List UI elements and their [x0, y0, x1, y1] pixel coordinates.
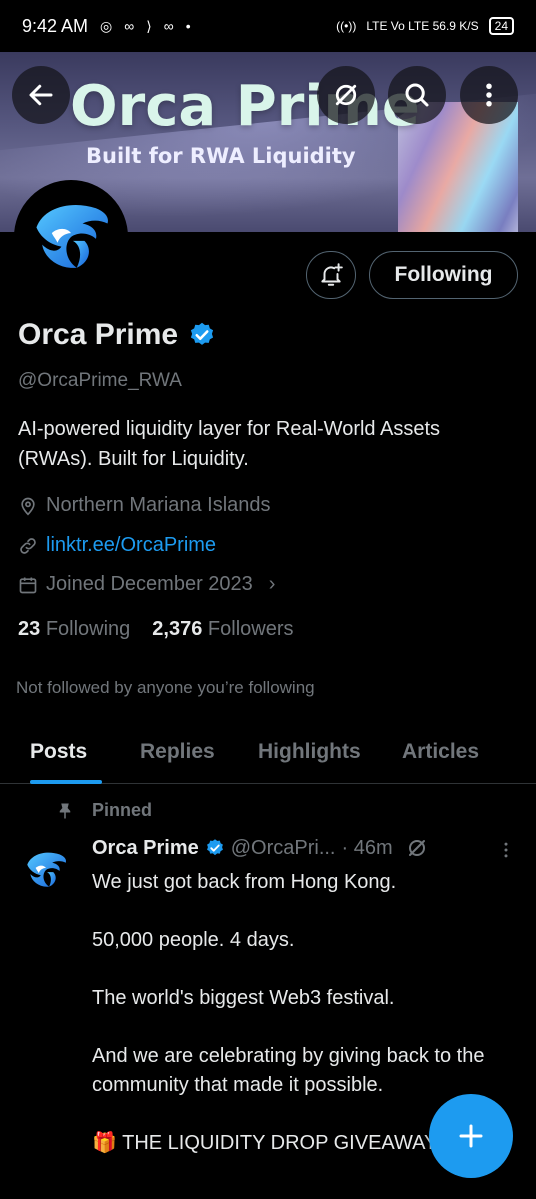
network-status: LTE Vo LTE 56.9 K/S [366, 19, 479, 33]
status-right: ((•)) LTE Vo LTE 56.9 K/S 24 [336, 17, 514, 35]
tweet-avatar[interactable] [18, 842, 74, 898]
location-text: Northern Mariana Islands [46, 494, 271, 516]
not-followed-text: Not followed by anyone you’re following [16, 678, 315, 697]
banner-tagline: Built for RWA Liquidity [86, 144, 356, 168]
tweet-author-name[interactable]: Orca Prime [92, 837, 199, 860]
verified-badge-icon [191, 322, 214, 345]
grok-button[interactable] [317, 66, 375, 124]
profile-link[interactable]: linktr.ee/OrcaPrime [46, 534, 216, 557]
more-vertical-icon [486, 83, 492, 107]
pinned-text: Pinned [92, 800, 153, 820]
search-button[interactable] [388, 66, 446, 124]
tweet-paragraph: 50,000 people. 4 days. [92, 929, 295, 951]
profile-name: Orca Prime [18, 318, 179, 351]
grok-icon [335, 84, 357, 106]
notifications-bell-button[interactable] [306, 251, 356, 299]
joined-text: Joined December 2023 [46, 573, 253, 595]
tab-posts[interactable]: Posts [30, 740, 87, 764]
orca-logo-icon [36, 204, 108, 268]
hotspot-icon: ((•)) [336, 19, 357, 33]
profile-location: Northern Mariana Islands [18, 494, 271, 517]
pin-icon [59, 803, 71, 818]
whatsapp-icon: ◎ [100, 17, 113, 34]
tweet-author-handle[interactable]: @OrcaPri... [231, 837, 336, 860]
profile-counts: 23 Following 2,376 Followers [18, 618, 294, 641]
tweet-more-button[interactable] [496, 838, 516, 867]
more-vertical-icon [504, 842, 508, 858]
battery-indicator: 24 [488, 17, 514, 35]
pinned-label-row: Pinned [56, 800, 152, 821]
calendar-icon [19, 577, 37, 593]
followers-count: 2,376 [152, 618, 203, 640]
bell-plus-icon [321, 263, 343, 286]
active-tab-indicator [30, 780, 102, 784]
location-pin-icon [21, 497, 35, 516]
status-time: 9:42 AM [22, 15, 89, 36]
chevron-right-icon: › [268, 573, 276, 595]
orca-logo-icon [27, 852, 67, 887]
following-label: Following [45, 618, 131, 640]
infinity-icon: ∞ [124, 18, 135, 34]
cast-icon: ⟩ [146, 17, 152, 34]
following-count-link[interactable]: 23 Following [18, 618, 130, 641]
tweet-timestamp[interactable]: · 46m [342, 837, 393, 860]
infinity-icon: ∞ [163, 18, 174, 34]
profile-joined[interactable]: Joined December 2023 › [18, 573, 275, 596]
following-count: 23 [18, 618, 41, 640]
profile-bio: AI-powered liquidity layer for Real-Worl… [18, 418, 441, 470]
dot-icon: • [185, 18, 191, 34]
tweet-paragraph: And we are celebrating by giving back to… [92, 1045, 485, 1096]
more-button[interactable] [460, 66, 518, 124]
grok-icon[interactable] [405, 836, 429, 860]
status-notification-icons: ◎ ∞ ⟩ ∞ • [100, 18, 191, 35]
tab-highlights[interactable]: Highlights [258, 740, 361, 764]
back-button[interactable] [12, 66, 70, 124]
profile-avatar[interactable] [14, 180, 128, 294]
back-arrow-icon [29, 84, 53, 106]
status-bar: 9:42 AM ◎ ∞ ⟩ ∞ • ((•)) LTE Vo LTE 56.9 … [0, 0, 536, 52]
tweet-paragraph: We just got back from Hong Kong. [92, 871, 397, 893]
profile-tabs: Posts Replies Highlights Articles [0, 726, 536, 784]
profile-name-row: Orca Prime [18, 318, 216, 352]
tab-articles[interactable]: Articles [402, 740, 479, 764]
compose-button[interactable] [429, 1094, 513, 1178]
followers-label: Followers [207, 618, 294, 640]
search-icon [405, 83, 429, 107]
following-button[interactable]: Following [369, 251, 518, 299]
profile-handle: @OrcaPrime_RWA [18, 370, 182, 391]
tab-replies[interactable]: Replies [140, 740, 215, 764]
profile-link-row: linktr.ee/OrcaPrime [18, 534, 216, 557]
tweet-header: Orca Prime @OrcaPri... · 46m [92, 836, 429, 860]
tweet-paragraph: The world's biggest Web3 festival. [92, 987, 395, 1009]
followers-count-link[interactable]: 2,376 Followers [152, 618, 293, 641]
link-icon [20, 537, 36, 554]
verified-badge-icon [206, 839, 223, 856]
plus-icon [459, 1124, 483, 1148]
